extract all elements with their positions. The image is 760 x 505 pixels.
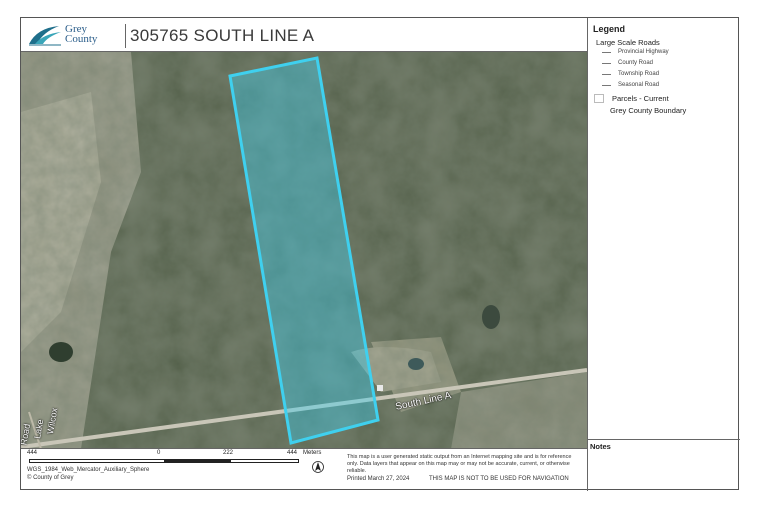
scale-segment — [164, 460, 231, 462]
legend-label: County Road — [618, 60, 654, 66]
legend-item-seasonal-road: Seasonal Road — [602, 82, 659, 88]
scale-segment — [30, 460, 97, 462]
disclaimer-text: This map is a user generated static outp… — [347, 454, 572, 474]
navigation-warning: THIS MAP IS NOT TO BE USED FOR NAVIGATIO… — [429, 476, 569, 482]
printed-date: Printed March 27, 2024 — [347, 476, 410, 482]
notes-title: Notes — [590, 442, 611, 451]
legend-title: Legend — [593, 24, 626, 34]
seasonal-road-swatch — [602, 84, 611, 86]
north-arrow-icon — [312, 461, 324, 473]
legend-item-township-road: Township Road — [602, 71, 659, 77]
map-footer: 444 0 222 444 Meters WGS_1984_Web_Mercat… — [21, 449, 587, 491]
legend-label: Provincial Highway — [618, 49, 669, 55]
scale-segment — [231, 460, 298, 462]
legend-label: Township Road — [618, 71, 660, 77]
legend-item-county-road: County Road — [602, 60, 653, 66]
grey-county-logo: Grey County — [27, 22, 119, 48]
legend-label: Parcels - Current — [612, 94, 669, 103]
scale-label-mid: 222 — [223, 450, 234, 456]
aerial-map[interactable]: South Line A Road Lake Wilcox — [21, 52, 587, 449]
scale-unit: Meters — [303, 450, 322, 456]
legend-panel: Legend Large Scale Roads Provincial High… — [587, 18, 740, 439]
projection-text: WGS_1984_Web_Mercator_Auxiliary_Sphere — [27, 467, 150, 473]
county-road-swatch — [602, 62, 611, 64]
provincial-highway-swatch — [602, 51, 611, 53]
scale-segment — [97, 460, 164, 462]
scale-label-zero: 0 — [157, 450, 161, 456]
logo-text: Grey County — [65, 24, 98, 45]
scale-label-left: 444 — [27, 450, 38, 456]
scale-label-right: 444 — [287, 450, 298, 456]
parcels-swatch — [594, 94, 604, 103]
logo-line-county: County — [65, 33, 98, 45]
legend-item-county-boundary: Grey County Boundary — [610, 106, 687, 115]
legend-label: Seasonal Road — [618, 82, 660, 88]
map-header: Grey County 305765 SOUTH LINE A — [21, 18, 587, 52]
page-title: 305765 SOUTH LINE A — [125, 24, 314, 48]
logo-swoosh-icon — [29, 26, 61, 46]
legend-item-parcels: Parcels - Current — [594, 94, 669, 103]
copyright-text: © County of Grey — [27, 475, 74, 481]
legend-item-provincial-highway: Provincial Highway — [602, 49, 669, 55]
legend-roads-heading: Large Scale Roads — [596, 38, 660, 47]
township-road-swatch — [602, 73, 611, 75]
aerial-imagery — [21, 52, 587, 448]
map-frame: Grey County 305765 SOUTH LINE A South Li… — [20, 17, 740, 491]
scale-bar — [29, 459, 299, 463]
notes-panel: Notes — [587, 439, 740, 491]
